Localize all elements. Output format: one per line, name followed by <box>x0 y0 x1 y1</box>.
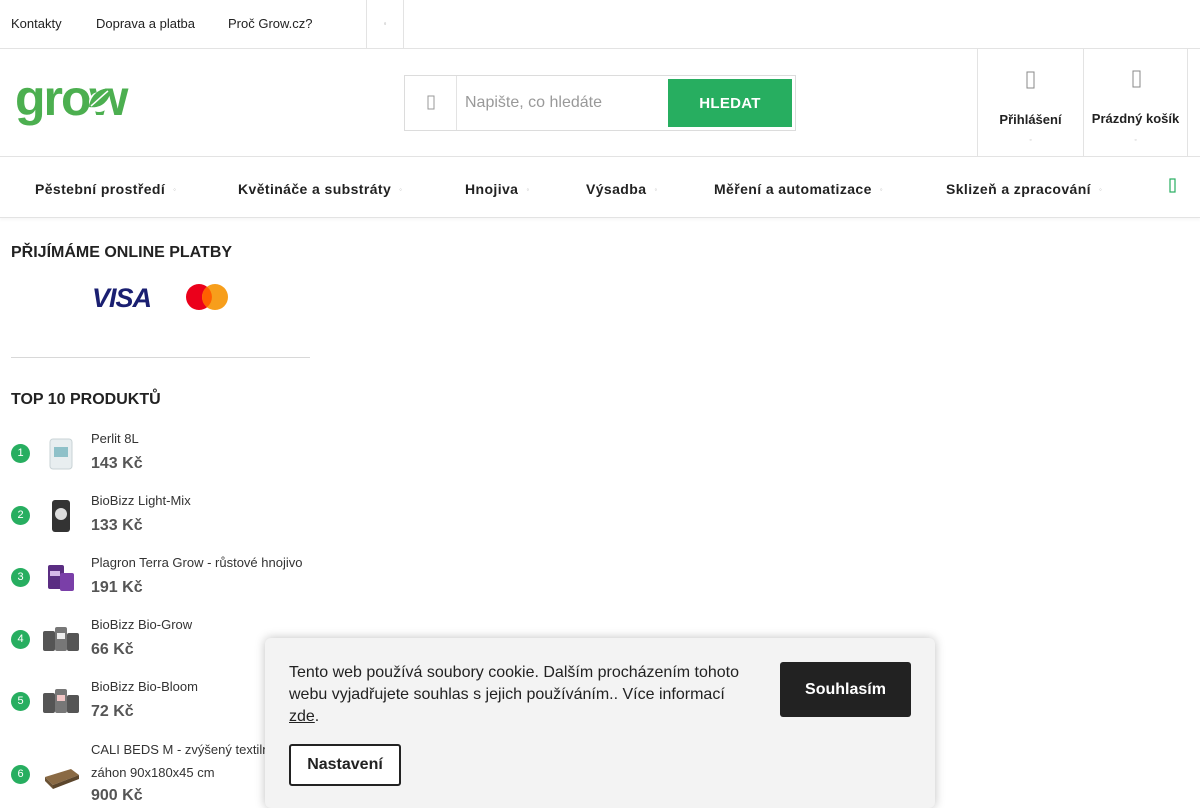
rank-badge: 3 <box>11 568 30 587</box>
product-name[interactable]: BioBizz Bio-Grow <box>91 613 306 636</box>
header: grow HLEDAT Přihlášení ◦ Prázdný košík ◦ <box>0 49 1200 157</box>
rank-badge: 1 <box>11 444 30 463</box>
product-price: 143 Kč <box>91 455 143 472</box>
nav-item-label: Výsadba <box>586 181 647 197</box>
rank-badge: 2 <box>11 506 30 525</box>
cookie-more-link[interactable]: zde <box>289 708 315 725</box>
top-products-title: TOP 10 PRODUKTŮ <box>11 391 161 408</box>
search-icon-box <box>405 76 457 130</box>
nav-more-icon[interactable] <box>1163 176 1183 196</box>
rank-badge: 4 <box>11 630 30 649</box>
nav-item-label: Měření a automatizace <box>714 181 872 197</box>
user-icon <box>1026 71 1035 89</box>
cookie-message: Tento web používá soubory cookie. Dalším… <box>289 664 740 703</box>
top-link-doprava[interactable]: Doprava a platba <box>96 16 195 31</box>
product-image[interactable] <box>41 433 81 473</box>
category-nav: Pěstební prostředí ◦ Květináče a substrát… <box>0 158 1200 218</box>
product-image[interactable] <box>41 755 81 795</box>
search-button[interactable]: HLEDAT <box>668 79 792 127</box>
top-link-proc-grow[interactable]: Proč Grow.cz? <box>228 16 313 31</box>
cart-icon <box>1132 70 1141 88</box>
logo-text: grow <box>15 77 129 126</box>
nav-item-mereni[interactable]: Měření a automatizace ◦ <box>714 181 883 197</box>
cookie-banner: Tento web používá soubory cookie. Dalším… <box>265 638 935 808</box>
nav-item-vysadba[interactable]: Výsadba ◦ <box>586 181 658 197</box>
nav-item-kvetinace[interactable]: Květináče a substráty ◦ <box>238 181 402 197</box>
cookie-text: Tento web používá soubory cookie. Dalším… <box>289 662 759 728</box>
login-button[interactable]: Přihlášení ◦ <box>977 49 1083 157</box>
product-name[interactable]: Perlit 8L <box>91 427 306 450</box>
chevron-down-icon: ◦ <box>399 185 403 194</box>
list-item[interactable]: 1 Perlit 8L 143 Kč <box>11 430 331 490</box>
nav-item-hnojiva[interactable]: Hnojiva ◦ <box>465 181 530 197</box>
chevron-down-icon: ◦ <box>879 185 884 194</box>
search-icon <box>427 95 435 110</box>
product-image[interactable] <box>41 557 81 597</box>
cookie-settings-button[interactable]: Nastavení <box>289 744 401 786</box>
payments-title: PŘIJÍMÁME ONLINE PLATBY <box>11 244 233 261</box>
chevron-down-icon: ◦ <box>1098 185 1103 194</box>
sidebar-divider <box>11 357 310 358</box>
nav-item-label: Pěstební prostředí <box>35 181 166 197</box>
chevron-down-icon: ◦ <box>173 185 177 194</box>
cart-button[interactable]: Prázdný košík ◦ <box>1083 49 1188 157</box>
product-image[interactable] <box>41 619 81 659</box>
product-price: 72 Kč <box>91 703 134 720</box>
grow-logo[interactable]: grow <box>15 77 160 129</box>
mastercard-logo <box>186 284 228 310</box>
product-price: 66 Kč <box>91 641 134 658</box>
top-more-button[interactable]: ◦ <box>366 0 404 48</box>
chevron-down-icon: ◦ <box>526 185 530 194</box>
nav-item-label: Hnojiva <box>465 181 519 197</box>
product-image[interactable] <box>41 495 81 535</box>
list-item[interactable]: 2 BioBizz Light-Mix 133 Kč <box>11 492 331 552</box>
nav-item-sklizen[interactable]: Sklizeň a zpracování ◦ <box>946 181 1102 197</box>
product-image[interactable] <box>41 681 81 721</box>
visa-text: VISA <box>92 283 151 311</box>
top-link-kontakty[interactable]: Kontakty <box>11 16 62 31</box>
product-name[interactable]: BioBizz Light-Mix <box>91 489 306 512</box>
nav-item-label: Květináče a substráty <box>238 181 392 197</box>
product-price: 900 Kč <box>91 787 143 804</box>
login-label: Přihlášení <box>999 112 1062 127</box>
list-item[interactable]: 3 Plagron Terra Grow - růstové hnojivo 1… <box>11 554 331 614</box>
nav-item-label: Sklizeň a zpracování <box>946 181 1091 197</box>
nav-item-pestebni-prostredi[interactable]: Pěstební prostředí ◦ <box>35 181 176 197</box>
cart-chevron-icon: ◦ <box>1134 137 1137 144</box>
rank-badge: 5 <box>11 692 30 711</box>
search-input[interactable] <box>465 90 665 116</box>
chevron-down-icon: ◦ <box>654 185 658 194</box>
cookie-agree-button[interactable]: Souhlasím <box>780 662 911 717</box>
rank-badge: 6 <box>11 765 30 784</box>
cart-label: Prázdný košík <box>1091 111 1180 126</box>
product-price: 133 Kč <box>91 517 143 534</box>
product-price: 191 Kč <box>91 579 143 596</box>
search-bar: HLEDAT <box>404 75 796 131</box>
cookie-period: . <box>314 708 320 725</box>
top-bar: Kontakty Doprava a platba Proč Grow.cz? … <box>0 0 1200 49</box>
product-name[interactable]: Plagron Terra Grow - růstové hnojivo <box>91 551 306 574</box>
visa-logo: VISA <box>92 283 152 311</box>
login-chevron-icon: ◦ <box>1029 137 1032 144</box>
